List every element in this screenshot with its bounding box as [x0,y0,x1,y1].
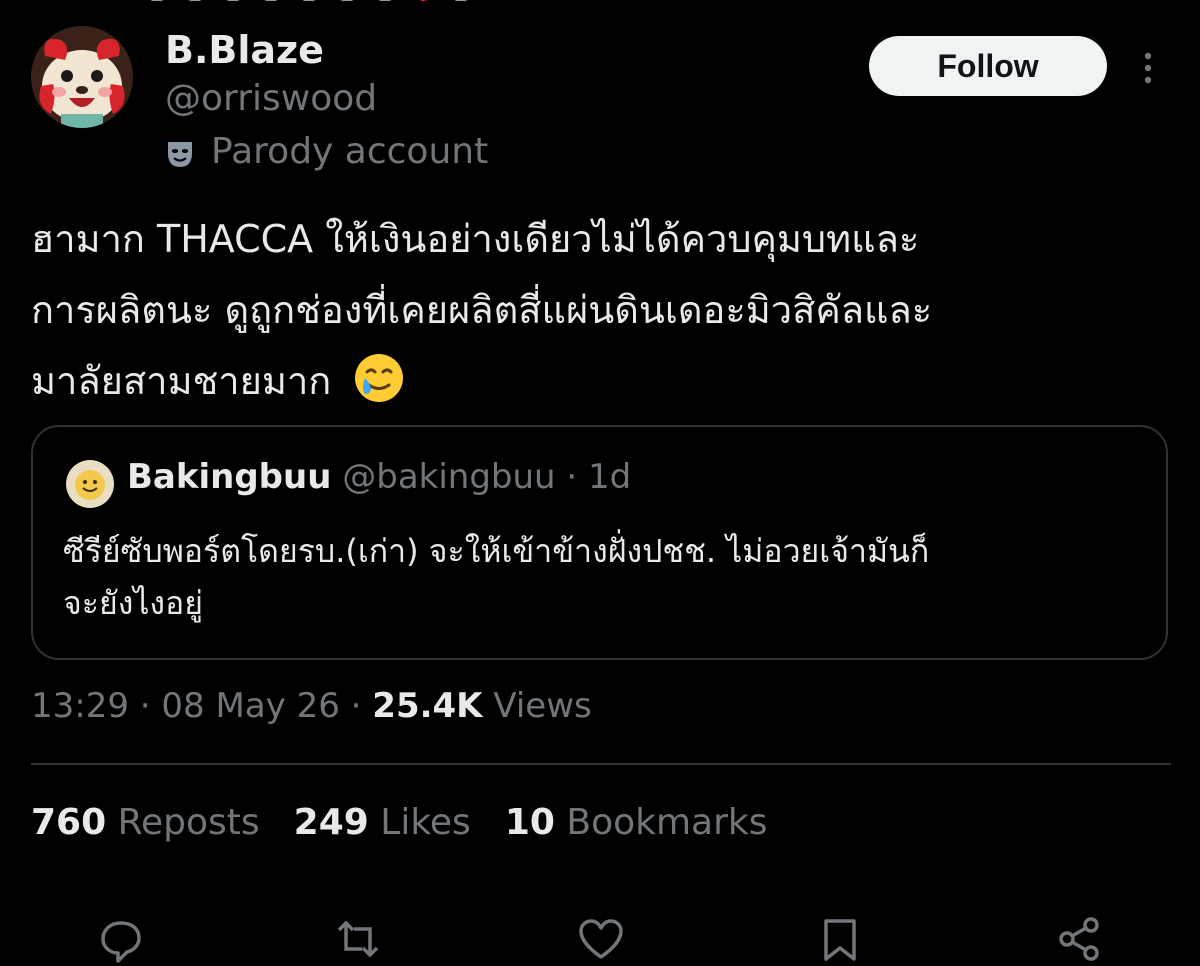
reply-icon [101,921,141,963]
tweet-text: ฮามาก THACCA ให้เงินอย่างเดียวไม่ได้ควบค… [31,204,1171,417]
repost-icon [337,920,379,958]
quote-author-name[interactable]: Bakingbuu [127,457,331,497]
tweet-line: ฮามาก THACCA ให้เงินอย่างเดียวไม่ได้ควบค… [31,217,920,261]
tweet-line-last: มาลัยสามชายมาก [31,346,1171,417]
divider [31,763,1171,765]
author-handle[interactable]: @orriswood [165,78,377,119]
quoted-tweet-card[interactable]: Bakingbuu @bakingbuu · 1d ซีรีย์ซับพอร์ต… [31,425,1168,660]
likes-count: 249 [293,802,369,843]
author-avatar[interactable] [31,26,133,128]
reposts-stat[interactable]: 760 Reposts [31,802,260,843]
engagement-stats: 760 Reposts 249 Likes 10 Bookmarks [31,802,802,843]
repost-button[interactable] [331,912,385,966]
share-icon [1059,917,1099,961]
bookmarks-count: 10 [504,802,555,843]
parody-account-label: Parody account [165,131,488,172]
meta-separator: · [350,686,362,726]
views-label: Views [493,686,592,726]
quote-time[interactable]: 1d [588,457,631,497]
bookmark-button[interactable] [813,912,867,966]
quote-separator: · [566,457,578,497]
quote-header: Bakingbuu @bakingbuu · 1d [127,457,631,497]
bookmarks-stat[interactable]: 10 Bookmarks [505,802,768,843]
cartoon-avatar-icon [31,26,133,128]
more-options-icon[interactable] [1136,48,1160,88]
theater-mask-icon [168,141,192,167]
tweet-line: การผลิตนะ ดูถูกช่องที่เคยผลิตสี่แผ่นดินเ… [31,288,933,332]
like-button[interactable] [574,912,628,966]
tweet-line: มาลัยสามชายมาก [31,359,332,403]
reply-button[interactable] [94,912,148,966]
quote-line: จะยังไงอยู่ [63,584,203,622]
like-icon [579,919,623,959]
bookmarks-label: Bookmarks [566,802,768,843]
tweet-meta: 13:29 · 08 May 26 · 25.4K Views [31,686,592,726]
quote-author-avatar[interactable] [65,459,115,509]
likes-label: Likes [380,802,471,843]
reposts-label: Reposts [117,802,260,843]
author-display-name[interactable]: B.Blaze [165,28,324,72]
likes-stat[interactable]: 249 Likes [294,802,471,843]
tweet-time[interactable]: 13:29 [31,686,129,726]
previous-content-cutoff [150,0,590,4]
quote-line: ซีรีย์ซับพอร์ตโดยรบ.(เก่า) จะให้เข้าข้าง… [63,532,930,570]
views-count: 25.4K [372,686,483,726]
share-button[interactable] [1052,912,1106,966]
follow-button[interactable]: Follow [869,36,1107,96]
tweet-date[interactable]: 08 May 26 [161,686,339,726]
quote-author-handle[interactable]: @bakingbuu [342,457,555,497]
bookmark-icon [824,919,856,961]
reposts-count: 760 [31,802,107,843]
smiling-face-with-tear-icon [355,354,404,402]
quote-text: ซีรีย์ซับพอร์ตโดยรบ.(เก่า) จะให้เข้าข้าง… [63,525,1143,629]
meta-separator: · [139,686,151,726]
parody-label-text: Parody account [211,131,489,172]
